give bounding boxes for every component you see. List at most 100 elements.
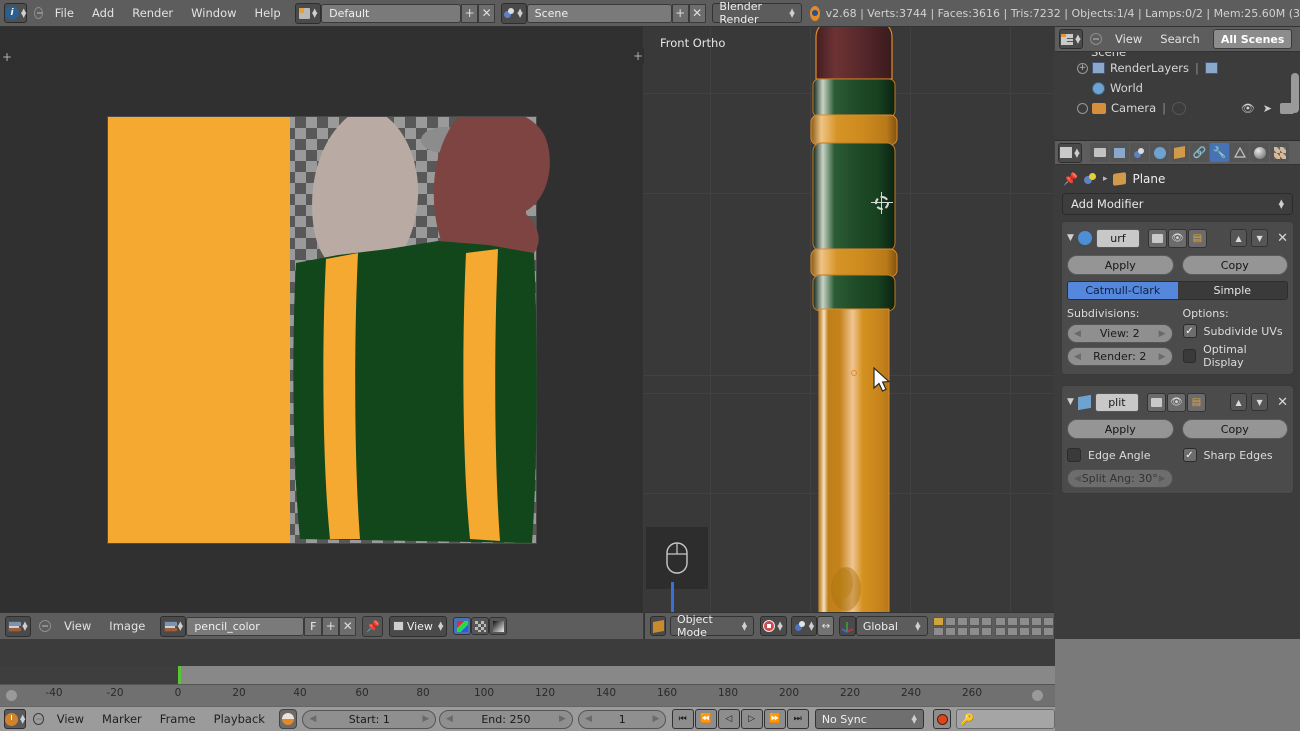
- color-and-alpha-icon[interactable]: [453, 617, 471, 635]
- scrollbar-handle-left[interactable]: [6, 690, 17, 701]
- collapse-menu-icon[interactable]: [34, 7, 43, 19]
- close-x-icon[interactable]: ✕: [1277, 395, 1288, 410]
- close-x-icon[interactable]: ✕: [1277, 231, 1288, 246]
- active-keying-set-field[interactable]: 🔑: [956, 709, 1055, 729]
- cursor-arrow-icon[interactable]: ➤: [1263, 102, 1272, 115]
- delete-scene-button[interactable]: ✕: [689, 4, 706, 23]
- outliner-menu-view[interactable]: View: [1106, 27, 1151, 52]
- outliner-row-world[interactable]: World: [1055, 78, 1300, 98]
- screen-layout-icon[interactable]: ▲▼: [295, 3, 321, 24]
- editmode-icon[interactable]: ▤: [1188, 229, 1207, 248]
- image-browse-icon[interactable]: ▲▼: [160, 616, 186, 637]
- orientation-dropdown[interactable]: Global ▲▼: [856, 616, 928, 636]
- jump-to-start-icon[interactable]: ⏮: [672, 709, 694, 729]
- alpha-icon[interactable]: [471, 617, 489, 635]
- expand-left-region-icon[interactable]: +: [0, 49, 14, 65]
- render-layers-tab[interactable]: [1110, 143, 1129, 162]
- world-tab[interactable]: [1150, 143, 1169, 162]
- scene-icon[interactable]: [1084, 173, 1097, 185]
- catmull-clark-option[interactable]: Catmull-Clark: [1068, 282, 1178, 299]
- uv-menu-view[interactable]: View: [55, 612, 100, 640]
- realtime-eye-icon[interactable]: 👁: [1167, 393, 1186, 412]
- timeline-menu-marker[interactable]: Marker: [93, 707, 151, 731]
- add-screen-layout-button[interactable]: +: [461, 4, 478, 23]
- pivot-point-icon[interactable]: ▲▼: [760, 616, 787, 636]
- copy-button[interactable]: Copy: [1182, 419, 1289, 439]
- pin-icon[interactable]: 📌: [1063, 172, 1078, 186]
- last-operator-panel[interactable]: Last: Toggle Editmode (1) Plane: [646, 527, 708, 589]
- render-icon[interactable]: [1148, 229, 1167, 248]
- collapse-menu-icon[interactable]: [39, 620, 51, 632]
- outliner-menu-search[interactable]: Search: [1151, 27, 1209, 52]
- timeline-menu-view[interactable]: View: [48, 707, 93, 731]
- new-image-button[interactable]: +: [322, 617, 339, 636]
- texture-tab[interactable]: [1270, 143, 1289, 162]
- expand-triangle-icon[interactable]: [1077, 103, 1088, 114]
- subdivide-uvs-checkbox[interactable]: ✓: [1183, 324, 1197, 338]
- menu-add[interactable]: Add: [83, 0, 123, 27]
- timeline-menu-frame[interactable]: Frame: [151, 707, 205, 731]
- render-subdivisions-field[interactable]: ◀ Render: 2 ▶: [1067, 347, 1173, 366]
- frame-back-icon[interactable]: ◁: [718, 709, 740, 729]
- object-mode-dropdown[interactable]: Object Mode ▲▼: [670, 616, 754, 636]
- modifier-name-field[interactable]: urf: [1096, 229, 1140, 248]
- start-frame-field[interactable]: ◀ Start: 1 ▶: [302, 710, 436, 729]
- collapse-menu-icon[interactable]: [1090, 33, 1102, 45]
- split-angle-field[interactable]: ◀ Split Ang: 30° ▶: [1067, 469, 1173, 488]
- simple-option[interactable]: Simple: [1178, 282, 1288, 299]
- subdivision-type-toggle[interactable]: Catmull-Clark Simple: [1067, 281, 1288, 300]
- jump-to-end-icon[interactable]: ⏭: [787, 709, 809, 729]
- realtime-eye-icon[interactable]: 👁: [1168, 229, 1187, 248]
- subdivide-uvs-row[interactable]: ✓ Subdivide UVs: [1183, 324, 1289, 338]
- menu-render[interactable]: Render: [123, 0, 182, 27]
- apply-button[interactable]: Apply: [1067, 419, 1174, 439]
- display-mode-dropdown[interactable]: All Scenes: [1213, 29, 1293, 49]
- render-tab[interactable]: [1090, 143, 1109, 162]
- move-up-icon[interactable]: ▲: [1230, 393, 1247, 411]
- timeline-ruler[interactable]: -40 -20 0 20 40 60 80 100 120 140 160 18…: [0, 684, 1055, 706]
- snap-magnet-icon[interactable]: ▲▼: [791, 616, 817, 636]
- current-frame-field[interactable]: ◀ 1 ▶: [578, 710, 666, 729]
- end-frame-field[interactable]: ◀ End: 250 ▶: [439, 710, 573, 729]
- material-tab[interactable]: [1250, 143, 1269, 162]
- constraints-tab[interactable]: 🔗: [1190, 143, 1209, 162]
- move-down-icon[interactable]: ▼: [1251, 393, 1268, 411]
- scene-tab[interactable]: [1130, 143, 1149, 162]
- scrollbar-handle-right[interactable]: [1032, 690, 1043, 701]
- record-keyframes-icon[interactable]: [933, 709, 952, 729]
- move-up-icon[interactable]: ▲: [1230, 229, 1247, 247]
- render-icon[interactable]: [1147, 393, 1166, 412]
- optimal-display-row[interactable]: Optimal Display: [1183, 343, 1289, 369]
- play-reverse-icon[interactable]: ⏪: [695, 709, 717, 729]
- image-name-field[interactable]: pencil_color: [186, 617, 304, 636]
- delete-screen-layout-button[interactable]: ✕: [478, 4, 495, 23]
- edge-angle-row[interactable]: Edge Angle: [1067, 448, 1173, 462]
- expand-right-region-icon[interactable]: +: [631, 48, 645, 64]
- copy-button[interactable]: Copy: [1182, 255, 1289, 275]
- fake-user-button[interactable]: F: [304, 617, 322, 636]
- preview-range-icon[interactable]: [279, 709, 297, 729]
- screen-layout-field[interactable]: Default: [321, 4, 461, 23]
- sync-mode-dropdown[interactable]: No Sync ▲▼: [815, 709, 924, 729]
- outliner-row-renderlayers[interactable]: + RenderLayers |: [1055, 58, 1300, 78]
- frame-forward-icon[interactable]: ▷: [741, 709, 763, 729]
- edge-angle-checkbox[interactable]: [1067, 448, 1081, 462]
- eye-icon[interactable]: 👁: [1241, 102, 1255, 115]
- view-mode-dropdown[interactable]: View ▲▼: [389, 616, 447, 637]
- sharp-edges-row[interactable]: ✓ Sharp Edges: [1183, 448, 1289, 462]
- add-scene-button[interactable]: +: [672, 4, 689, 23]
- playhead-top[interactable]: [178, 666, 181, 684]
- pencil-3d-model[interactable]: [794, 27, 914, 639]
- move-down-icon[interactable]: ▼: [1251, 229, 1268, 247]
- menu-help[interactable]: Help: [246, 0, 290, 27]
- play-icon[interactable]: ⏩: [764, 709, 786, 729]
- blender-logo-icon[interactable]: i ▲▼: [4, 3, 27, 23]
- modifier-name-field[interactable]: plit: [1095, 393, 1139, 412]
- timeline-menu-playback[interactable]: Playback: [205, 707, 274, 731]
- uv-image-editor-icon[interactable]: ▲▼: [5, 616, 31, 637]
- expand-triangle-icon[interactable]: ▼: [1067, 233, 1074, 243]
- menu-file[interactable]: File: [46, 0, 83, 27]
- timeline-scroll-region[interactable]: [0, 666, 1055, 684]
- outliner-editor-icon[interactable]: ▲▼: [1059, 29, 1083, 49]
- uv-menu-image[interactable]: Image: [100, 612, 154, 640]
